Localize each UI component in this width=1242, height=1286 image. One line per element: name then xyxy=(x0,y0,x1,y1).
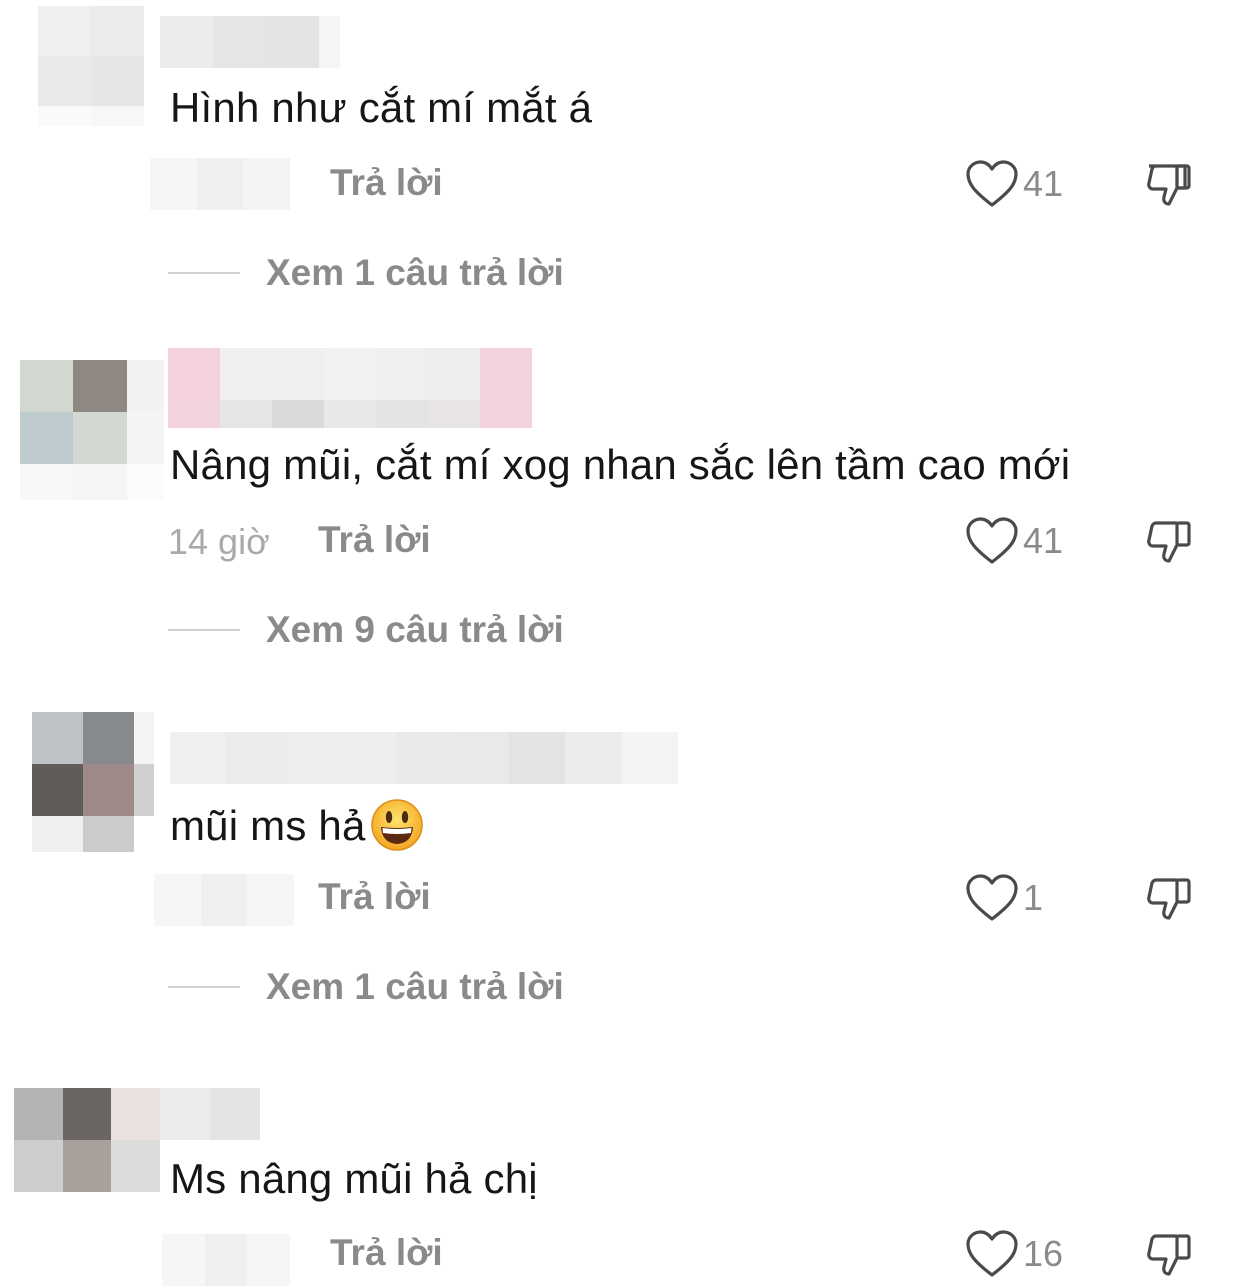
comment-actions: Trả lời 1 xyxy=(0,870,1242,930)
like-button[interactable]: 41 xyxy=(965,513,1063,569)
comment-text: Hình như cắt mí mắt á xyxy=(170,84,593,131)
heart-outline-icon xyxy=(966,160,1018,207)
reply-button[interactable]: Trả lời xyxy=(330,162,443,204)
timestamp-blurred xyxy=(150,158,290,210)
avatar[interactable] xyxy=(14,1088,160,1192)
comment-text: mũi ms hả xyxy=(170,798,424,852)
username-blurred[interactable] xyxy=(168,348,532,428)
like-button[interactable]: 1 xyxy=(965,870,1043,926)
thumbs-down-outline-icon[interactable] xyxy=(1143,515,1195,567)
view-replies-label: Xem 1 câu trả lời xyxy=(266,966,564,1007)
thumbs-down-outline-icon[interactable] xyxy=(1143,1228,1195,1280)
like-count: 1 xyxy=(1023,877,1044,918)
heart-outline-icon xyxy=(966,1230,1018,1277)
timestamp: 14 giờ xyxy=(168,521,270,562)
reply-thread-divider xyxy=(168,986,240,988)
view-replies-button[interactable]: Xem 1 câu trả lời xyxy=(168,248,564,298)
view-replies-button[interactable]: Xem 1 câu trả lời xyxy=(168,962,564,1012)
avatar[interactable] xyxy=(20,360,164,500)
reply-thread-divider xyxy=(168,629,240,631)
heart-outline-icon xyxy=(966,874,1018,921)
timestamp-blurred xyxy=(162,1234,290,1286)
view-replies-button[interactable]: Xem 9 câu trả lời xyxy=(168,605,564,655)
username-blurred[interactable] xyxy=(160,1088,260,1140)
comment-text: Ms nâng mũi hả chị xyxy=(170,1155,538,1202)
view-replies-label: Xem 1 câu trả lời xyxy=(266,252,564,293)
comment-text-content: mũi ms hả xyxy=(170,802,366,849)
like-button[interactable]: 41 xyxy=(965,156,1063,212)
comment-actions: Trả lời 41 xyxy=(0,156,1242,216)
grinning-face-emoji xyxy=(370,799,423,851)
thumbs-down-outline-icon[interactable] xyxy=(1143,158,1195,210)
reply-button[interactable]: Trả lời xyxy=(330,1232,443,1274)
like-button[interactable]: 16 xyxy=(965,1226,1063,1282)
like-count: 41 xyxy=(1023,163,1064,204)
avatar[interactable] xyxy=(38,6,144,126)
view-replies-label: Xem 9 câu trả lời xyxy=(266,609,564,650)
comment-text: Nâng mũi, cắt mí xog nhan sắc lên tầm ca… xyxy=(170,441,1071,488)
heart-outline-icon xyxy=(966,517,1018,564)
reply-thread-divider xyxy=(168,272,240,274)
avatar[interactable] xyxy=(32,712,154,852)
like-count: 41 xyxy=(1023,520,1064,561)
username-blurred[interactable] xyxy=(160,16,340,68)
username-blurred[interactable] xyxy=(170,732,678,784)
like-count: 16 xyxy=(1023,1233,1064,1274)
thumbs-down-outline-icon[interactable] xyxy=(1143,872,1195,924)
comment-actions: Trả lời 16 xyxy=(0,1226,1242,1286)
reply-button[interactable]: Trả lời xyxy=(318,876,431,918)
reply-button[interactable]: Trả lời xyxy=(318,519,431,561)
timestamp-blurred xyxy=(154,874,294,926)
comment-actions: 14 giờ Trả lời 41 xyxy=(0,513,1242,573)
